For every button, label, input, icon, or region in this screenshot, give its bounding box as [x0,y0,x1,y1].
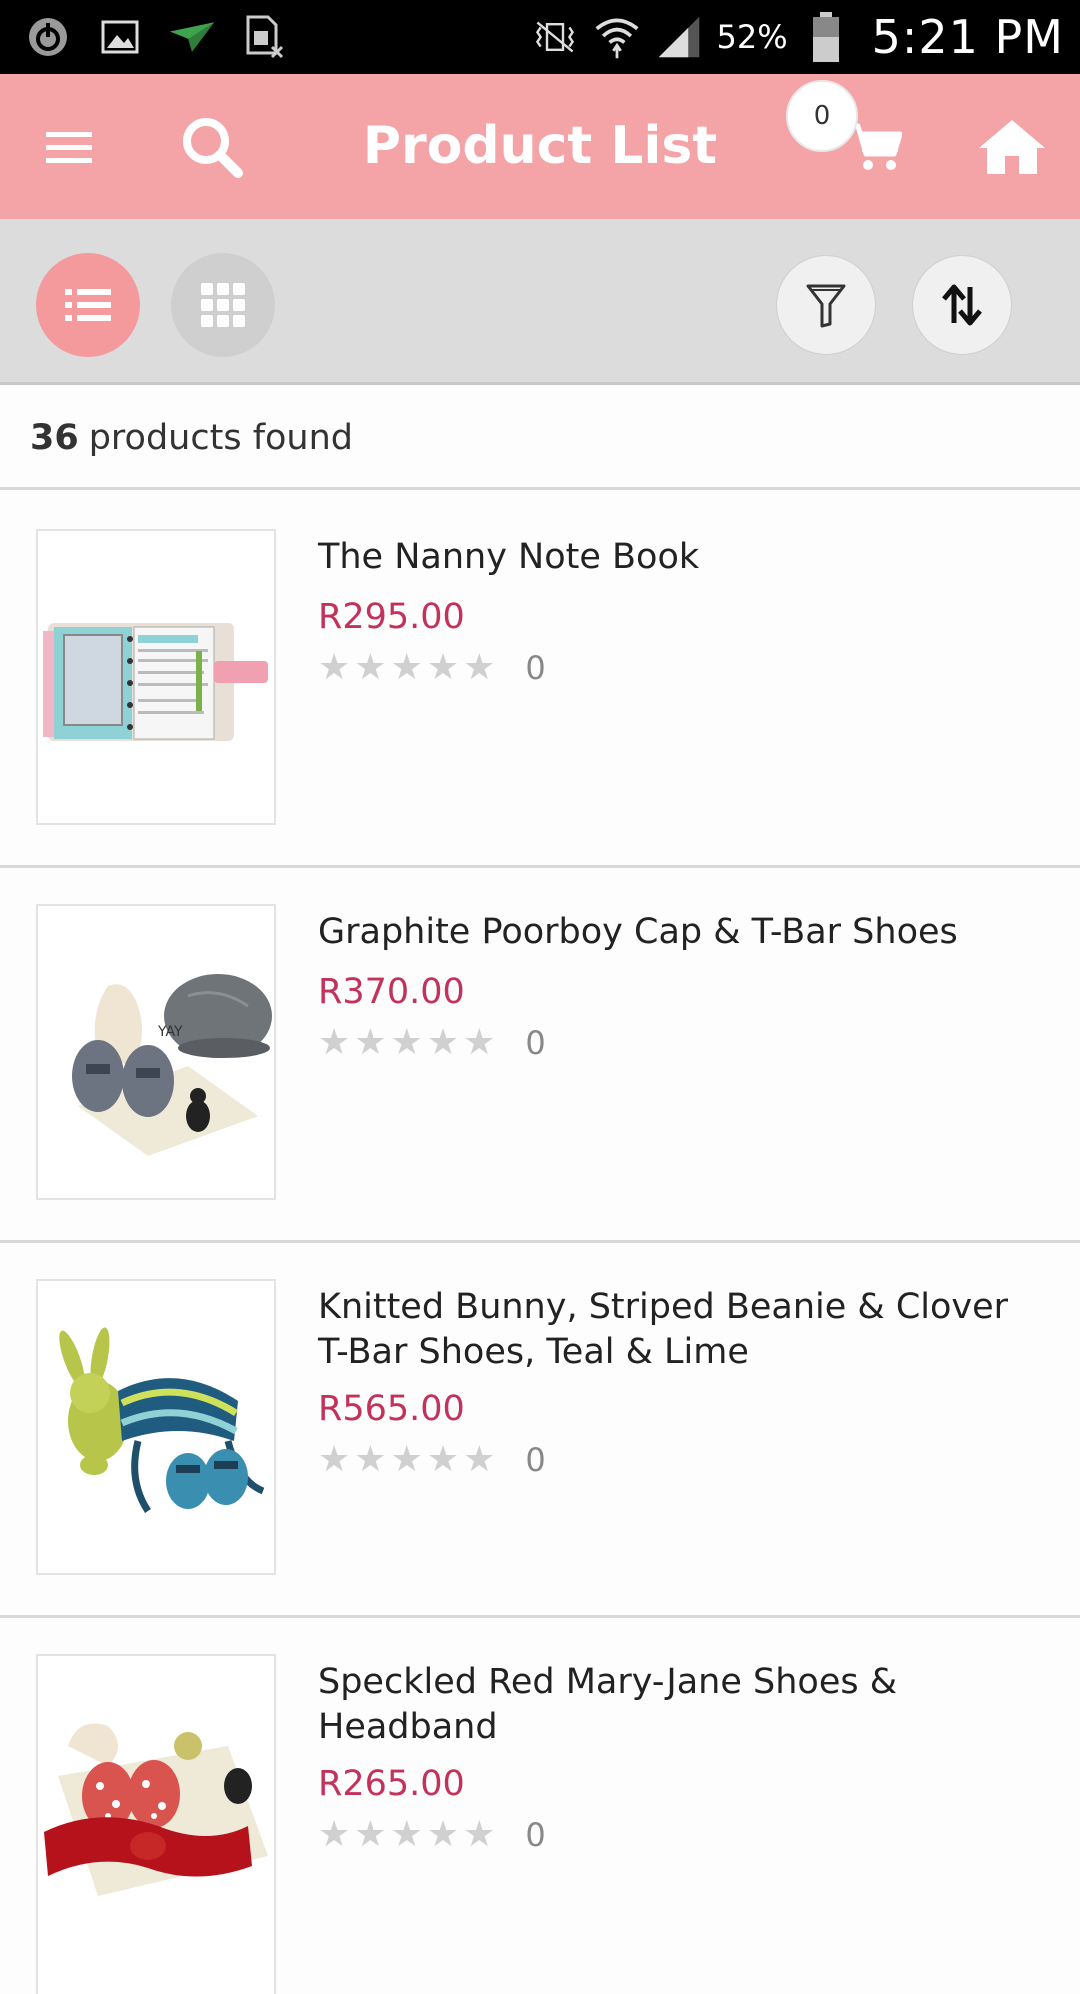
star-icon: ★ [463,1022,496,1063]
product-name[interactable]: The Nanny Note Book [318,535,1038,580]
notification-icons [24,10,288,64]
star-icon: ★ [354,1439,387,1480]
star-icon: ★ [463,1439,496,1480]
view-toolbar [0,219,1080,385]
home-button[interactable] [974,74,1050,219]
menu-button[interactable] [36,74,102,219]
star-icon: ★ [318,1022,351,1063]
product-item[interactable]: The Nanny Note Book R295.00 ★ ★ ★ ★ ★ 0 [0,493,1080,868]
star-icon: ★ [354,647,387,688]
results-count: 36 [30,417,79,458]
status-bar: 52% 5:21 PM [0,0,1080,74]
star-icon: ★ [354,1814,387,1855]
sort-icon [942,284,982,326]
product-image[interactable] [36,1654,276,1994]
product-name[interactable]: Graphite Poorboy Cap & T-Bar Shoes [318,910,1038,955]
star-icon: ★ [354,1022,387,1063]
product-price: R565.00 [318,1389,465,1429]
product-item[interactable]: YAY Graphite Poorboy Cap & T-Bar Shoes R… [0,868,1080,1243]
product-rating: ★ ★ ★ ★ ★ 0 [318,649,546,687]
product-image[interactable] [36,1279,276,1575]
results-label: products found [88,417,354,458]
filter-button[interactable] [776,255,876,355]
star-icon: ★ [390,1022,423,1063]
star-icon: ★ [318,647,351,688]
star-icon: ★ [318,1814,351,1855]
home-icon [979,119,1045,174]
grid-view-icon [201,283,245,327]
star-icon: ★ [390,1814,423,1855]
clock: 5:21 PM [871,10,1064,64]
vibrate-icon [531,13,579,61]
results-summary: 36 products found [0,388,1080,490]
product-item[interactable]: Speckled Red Mary-Jane Shoes & Headband … [0,1618,1080,1994]
send-icon [168,13,216,61]
star-icon: ★ [426,1814,460,1855]
star-icon: ★ [463,1814,496,1855]
list-view-icon [65,289,111,321]
star-icon: ★ [318,1439,351,1480]
search-icon [183,117,243,178]
product-price: R295.00 [318,597,465,637]
cart-count-badge: 0 [786,80,858,152]
star-icon: ★ [390,647,423,688]
star-icon: ★ [426,1022,460,1063]
product-item[interactable]: Knitted Bunny, Striped Beanie & Clover T… [0,1243,1080,1618]
product-rating: ★ ★ ★ ★ ★ 0 [318,1816,546,1854]
filter-icon [806,284,846,328]
star-icon: ★ [463,647,496,688]
battery-icon [802,12,850,62]
product-name[interactable]: Knitted Bunny, Striped Beanie & Clover T… [318,1285,1038,1375]
product-name[interactable]: Speckled Red Mary-Jane Shoes & Headband [318,1660,1038,1750]
menu-icon [46,131,92,163]
product-price: R370.00 [318,972,465,1012]
search-button[interactable] [176,74,248,219]
svg-text:YAY: YAY [157,1024,183,1040]
sort-button[interactable] [912,255,1012,355]
app-bar: Product List [0,74,1080,219]
battery-percent: 52% [716,18,788,56]
star-icon: ★ [390,1439,423,1480]
sim-error-icon [240,13,288,61]
power-icon [24,13,72,61]
rating-count: 0 [525,1441,546,1479]
wifi-icon [593,13,641,61]
grid-view-button[interactable] [171,253,275,357]
system-icons: 52% 5:21 PM [531,6,1064,68]
product-image[interactable]: YAY [36,904,276,1200]
signal-icon [655,13,703,61]
product-image[interactable] [36,529,276,825]
star-icon: ★ [426,1439,460,1480]
star-icon: ★ [426,647,460,688]
image-icon [96,13,144,61]
rating-count: 0 [525,649,546,687]
product-rating: ★ ★ ★ ★ ★ 0 [318,1024,546,1062]
list-view-button[interactable] [36,253,140,357]
rating-count: 0 [525,1816,546,1854]
rating-count: 0 [525,1024,546,1062]
product-rating: ★ ★ ★ ★ ★ 0 [318,1441,546,1479]
product-price: R265.00 [318,1764,465,1804]
page-title: Product List [362,116,718,176]
